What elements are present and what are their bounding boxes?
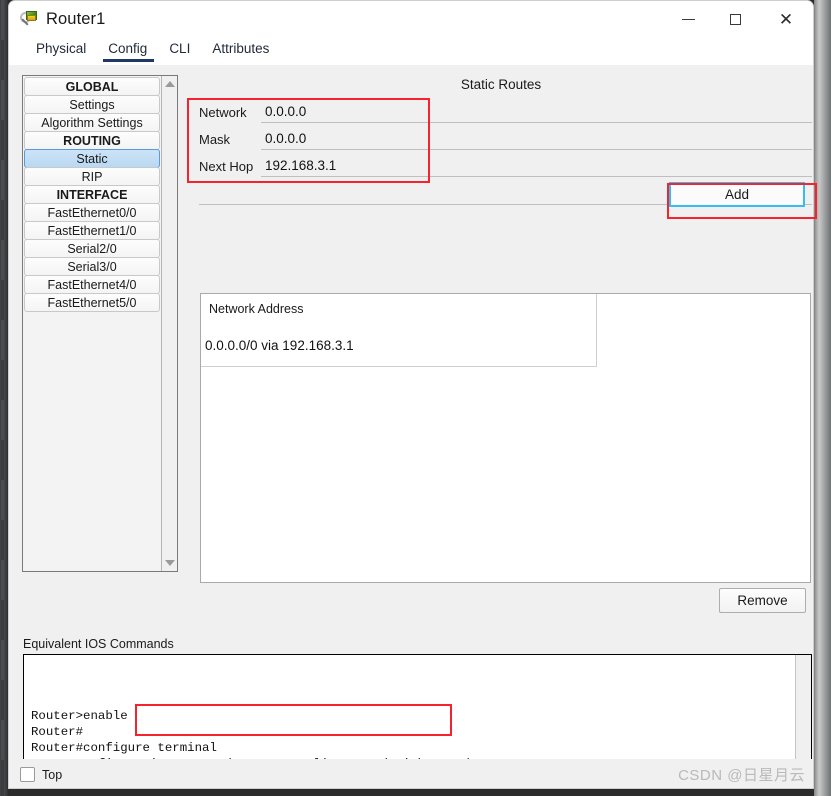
tab-cli[interactable]: CLI [158, 38, 201, 64]
sidebar-item-fastethernet0-0[interactable]: FastEthernet0/0 [24, 203, 160, 222]
minimize-button[interactable] [665, 1, 712, 38]
tab-physical[interactable]: Physical [25, 38, 97, 64]
window-controls: ✕ [665, 1, 813, 38]
router-config-window: Router1 ✕ Physical Config CLI Attributes… [8, 0, 814, 789]
watermark: CSDN @日星月云 [678, 767, 805, 784]
mask-input[interactable] [261, 128, 812, 150]
config-sidebar: GLOBAL Settings Algorithm Settings ROUTI… [22, 75, 178, 572]
static-routes-list[interactable]: Network Address 0.0.0.0/0 via 192.168.3.… [200, 293, 811, 583]
network-input[interactable] [261, 101, 812, 123]
background-window-left-strip [0, 0, 8, 796]
list-table: Network Address 0.0.0.0/0 via 192.168.3.… [201, 294, 597, 367]
maximize-icon [730, 14, 741, 25]
minimize-icon [682, 19, 695, 20]
remove-button[interactable]: Remove [719, 588, 806, 613]
static-route-form: Network Mask Next Hop Add [199, 101, 812, 209]
window-title: Router1 [46, 10, 106, 28]
tab-bar: Physical Config CLI Attributes [9, 38, 813, 65]
window-titlebar: Router1 ✕ [9, 1, 813, 38]
router-magnifier-icon [20, 10, 38, 29]
sidebar-item-fastethernet4-0[interactable]: FastEthernet4/0 [24, 275, 160, 294]
sidebar-list: GLOBAL Settings Algorithm Settings ROUTI… [23, 76, 161, 571]
network-label: Network [199, 105, 247, 120]
mask-label: Mask [199, 132, 231, 147]
sidebar-item-routing: ROUTING [24, 131, 160, 150]
mask-field-row: Mask [199, 128, 812, 155]
sidebar-scrollbar[interactable] [161, 76, 177, 571]
add-button[interactable]: Add [669, 182, 805, 207]
top-checkbox-label: Top [42, 767, 63, 782]
sidebar-item-static[interactable]: Static [24, 149, 160, 168]
next-hop-label: Next Hop [199, 159, 254, 174]
sidebar-item-rip[interactable]: RIP [24, 167, 160, 186]
list-item[interactable]: 0.0.0.0/0 via 192.168.3.1 [201, 324, 596, 366]
tab-config[interactable]: Config [97, 38, 158, 64]
sidebar-item-fastethernet5-0[interactable]: FastEthernet5/0 [24, 293, 160, 312]
sidebar-item-interface: INTERFACE [24, 185, 160, 204]
page-title: Static Routes [460, 77, 542, 92]
list-column-header-network-address: Network Address [209, 302, 304, 316]
tab-attributes[interactable]: Attributes [201, 38, 280, 64]
next-hop-input[interactable] [261, 155, 812, 177]
top-checkbox[interactable] [20, 767, 35, 782]
window-footer: Top CSDN @日星月云 [9, 759, 813, 788]
sidebar-item-serial2-0[interactable]: Serial2/0 [24, 239, 160, 258]
next-hop-field-row: Next Hop [199, 155, 812, 182]
ios-commands-label: Equivalent IOS Commands [23, 637, 174, 651]
background-window-right-strip [814, 0, 831, 796]
network-field-row: Network [199, 101, 812, 128]
close-button[interactable]: ✕ [759, 1, 813, 38]
sidebar-item-fastethernet1-0[interactable]: FastEthernet1/0 [24, 221, 160, 240]
maximize-button[interactable] [712, 1, 759, 38]
sidebar-item-algorithm-settings[interactable]: Algorithm Settings [24, 113, 160, 132]
config-content-pane: GLOBAL Settings Algorithm Settings ROUTI… [9, 65, 813, 788]
scroll-down-button[interactable] [162, 555, 177, 571]
close-icon: ✕ [778, 10, 794, 29]
sidebar-item-serial3-0[interactable]: Serial3/0 [24, 257, 160, 276]
sidebar-item-settings[interactable]: Settings [24, 95, 160, 114]
triangle-down-icon [164, 560, 175, 566]
